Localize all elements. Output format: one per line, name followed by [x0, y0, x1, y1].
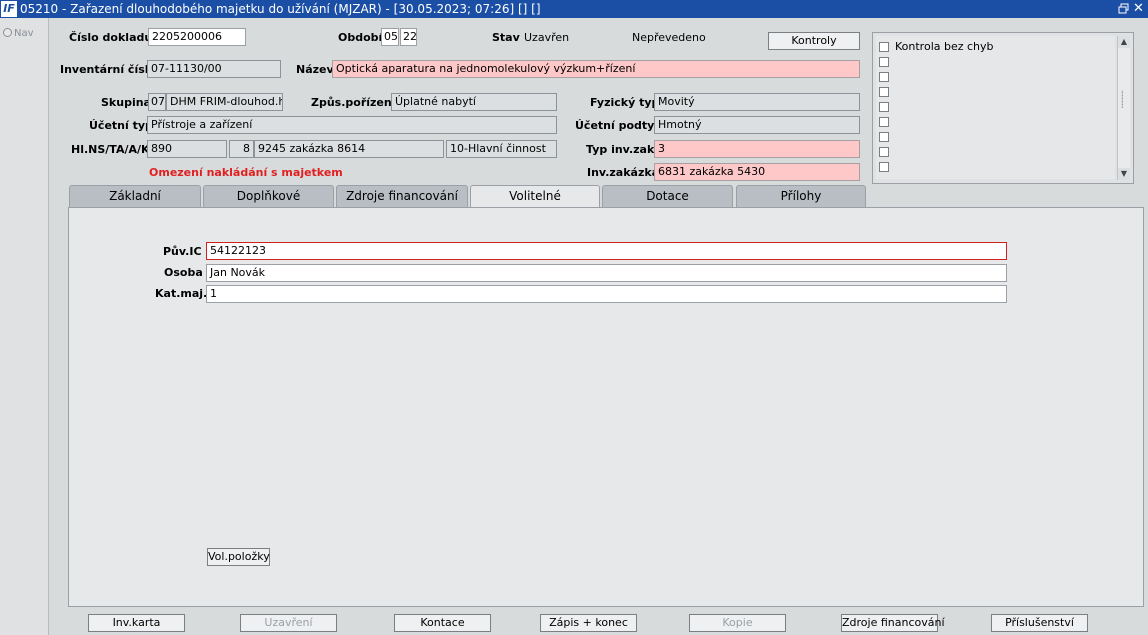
- category-input[interactable]: 1: [206, 285, 1007, 303]
- inventory-no-label: Inventární číslo: [60, 63, 157, 76]
- error-checkbox[interactable]: [879, 117, 889, 127]
- period-label: Období: [338, 31, 383, 44]
- error-checkbox[interactable]: [879, 147, 889, 157]
- inv-order-type-label: Typ inv.zak.: [586, 143, 659, 156]
- error-list-scrollbar[interactable]: ▲ ⁞ ⁞ ⁞ ▼: [1117, 36, 1130, 180]
- inv-order-label: Inv.zakázka: [587, 166, 660, 179]
- hlns-label: Hl.NS/TA/A/KP: [71, 143, 158, 156]
- restriction-warning: Omezení nakládání s majetkem: [149, 166, 343, 179]
- error-checkbox[interactable]: [879, 87, 889, 97]
- accessories-button[interactable]: Příslušenství: [991, 614, 1088, 632]
- restore-window-icon[interactable]: [1118, 3, 1130, 15]
- tab-additional[interactable]: Doplňkové: [203, 185, 334, 207]
- period-month-field[interactable]: 05: [381, 28, 399, 46]
- left-pane: Nav: [0, 18, 49, 635]
- optional-items-button[interactable]: Vol.položky: [207, 548, 270, 566]
- person-label: Osoba: [164, 266, 203, 279]
- funding-sources-button[interactable]: Zdroje financování: [841, 614, 945, 632]
- puv-ic-input[interactable]: 54122123: [206, 242, 1007, 260]
- check-button[interactable]: Kontroly: [768, 32, 860, 50]
- scroll-down-icon[interactable]: ▼: [1118, 168, 1130, 180]
- kp-field[interactable]: 10-Hlavní činnost: [446, 140, 557, 158]
- inventory-no-field[interactable]: 07-11130/00: [147, 60, 281, 78]
- error-checkbox[interactable]: [879, 42, 889, 52]
- physical-type-label: Fyzický typ: [590, 96, 660, 109]
- contacts-button[interactable]: Kontace: [394, 614, 491, 632]
- person-input[interactable]: Jan Novák: [206, 264, 1007, 282]
- inv-card-button[interactable]: Inv.karta: [88, 614, 185, 632]
- name-field[interactable]: Optická aparatura na jednomolekulový výz…: [332, 60, 860, 78]
- save-exit-button[interactable]: Zápis + konec: [540, 614, 637, 632]
- inv-order-field[interactable]: 6831 zakázka 5430: [654, 163, 860, 181]
- accounting-type-field[interactable]: Přístroje a zařízení: [147, 116, 557, 134]
- error-checkbox[interactable]: [879, 102, 889, 112]
- nav-label: Nav: [14, 28, 34, 39]
- name-label: Název: [296, 63, 334, 76]
- group-code-field[interactable]: 07: [148, 93, 166, 111]
- app-logo-icon: IF: [1, 1, 17, 17]
- copy-button[interactable]: Kopie: [689, 614, 786, 632]
- tab-basic[interactable]: Základní: [69, 185, 201, 207]
- puv-ic-label: Pův.IC: [163, 245, 202, 258]
- error-list: Kontrola bez chyb: [876, 36, 1115, 179]
- group-label: Skupina: [101, 96, 151, 109]
- error-checkbox[interactable]: [879, 162, 889, 172]
- accounting-subtype-field[interactable]: Hmotný: [654, 116, 860, 134]
- accounting-type-label: Účetní typ: [89, 119, 153, 132]
- title-bar: IF 05210 - Zařazení dlouhodobého majetku…: [0, 0, 1148, 18]
- scroll-up-icon[interactable]: ▲: [1118, 36, 1130, 48]
- transfer-status: Nepřevedeno: [632, 31, 706, 44]
- ta-field[interactable]: 8: [229, 140, 254, 158]
- optional-tab-panel: Pův.IC 54122123 Osoba Jan Novák Kat.maj.…: [68, 207, 1144, 607]
- error-checkbox[interactable]: [879, 57, 889, 67]
- group-name-field[interactable]: DHM FRIM-dlouhod.hmo: [166, 93, 283, 111]
- acquisition-label: Způs.pořízení: [311, 96, 396, 109]
- close-window-icon[interactable]: ✕: [1133, 1, 1144, 17]
- doc-no-field[interactable]: 2205200006: [148, 28, 246, 46]
- acquisition-field[interactable]: Úplatné nabytí: [391, 93, 557, 111]
- a-field[interactable]: 9245 zakázka 8614: [254, 140, 444, 158]
- error-checkbox[interactable]: [879, 72, 889, 82]
- physical-type-field[interactable]: Movitý: [654, 93, 860, 111]
- scroll-grip-icon[interactable]: ⁞ ⁞ ⁞: [1121, 90, 1124, 110]
- inv-order-type-field[interactable]: 3: [654, 140, 860, 158]
- nav-toggle[interactable]: Nav: [3, 28, 34, 39]
- accounting-subtype-label: Účetní podtyp: [575, 119, 663, 132]
- error-checkbox[interactable]: [879, 132, 889, 142]
- window-title: 05210 - Zařazení dlouhodobého majetku do…: [20, 2, 541, 16]
- tab-optional[interactable]: Volitelné: [470, 185, 600, 208]
- error-item-text: Kontrola bez chyb: [895, 40, 994, 53]
- doc-no-label: Číslo dokladu: [69, 31, 153, 44]
- status-label: Stav: [492, 31, 520, 44]
- error-list-panel: Kontrola bez chyb ▲ ⁞ ⁞ ⁞ ▼: [872, 32, 1134, 184]
- category-label: Kat.maj.: [155, 287, 208, 300]
- hlns-field[interactable]: 890: [147, 140, 227, 158]
- tab-funding-sources[interactable]: Zdroje financování: [336, 185, 468, 207]
- period-year-field[interactable]: 22: [400, 28, 417, 46]
- radio-icon: [3, 28, 12, 37]
- tab-subsidies[interactable]: Dotace: [602, 185, 733, 207]
- status-value: Uzavřen: [524, 31, 570, 44]
- close-document-button[interactable]: Uzavření: [240, 614, 337, 632]
- tab-attachments[interactable]: Přílohy: [736, 185, 866, 207]
